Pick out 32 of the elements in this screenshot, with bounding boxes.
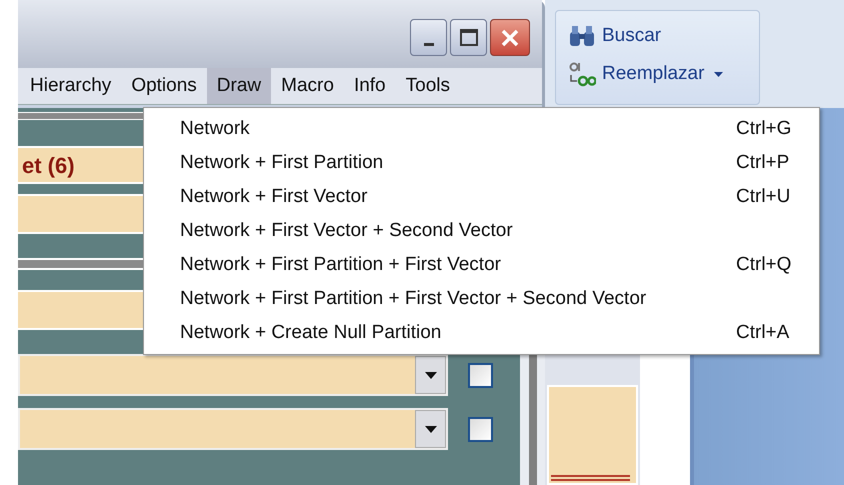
- menu-item[interactable]: Network + Create Null Partition: [180, 318, 736, 348]
- dropdown-field[interactable]: [18, 354, 448, 396]
- menu-item[interactable]: Network + First Vector: [180, 182, 736, 212]
- menu-item[interactable]: Network: [180, 114, 736, 144]
- menu-item[interactable]: Info: [344, 68, 396, 104]
- close-button[interactable]: [490, 19, 530, 56]
- minimize-button[interactable]: [410, 19, 447, 56]
- binoculars-icon: [568, 24, 596, 48]
- shortcut-label: Ctrl+A: [736, 320, 790, 345]
- menu-item[interactable]: Network + First Partition + First Vector + Second Vector: [180, 284, 736, 314]
- caret-icon: [424, 372, 436, 378]
- ribbon-button[interactable]: Reemplazar: [568, 59, 728, 89]
- checkbox[interactable]: [468, 416, 493, 442]
- replace-icon: [568, 61, 596, 87]
- maximize-button[interactable]: [450, 19, 487, 56]
- shortcut-label: Ctrl+U: [736, 184, 790, 209]
- menu-item[interactable]: Network + First Partition + First Vector: [180, 250, 736, 280]
- menu-item[interactable]: Network + First Vector + Second Vector: [180, 216, 736, 246]
- dropdown-field[interactable]: [18, 408, 448, 450]
- menu-item[interactable]: Hierarchy: [20, 68, 122, 104]
- menu-item[interactable]: Draw: [206, 68, 272, 104]
- shortcut-label: Ctrl+G: [736, 116, 792, 141]
- caret-icon: [424, 426, 436, 432]
- close-icon: [500, 28, 520, 48]
- shortcut-label: Ctrl+P: [736, 150, 790, 175]
- menu-item[interactable]: Tools: [396, 68, 460, 104]
- caret-icon: [714, 72, 724, 76]
- checkbox[interactable]: [468, 362, 493, 388]
- shortcut-label: Ctrl+Q: [736, 252, 792, 277]
- ribbon-button[interactable]: Buscar: [568, 21, 666, 51]
- menu-item[interactable]: Options: [121, 68, 207, 104]
- menu-item[interactable]: Macro: [271, 68, 344, 104]
